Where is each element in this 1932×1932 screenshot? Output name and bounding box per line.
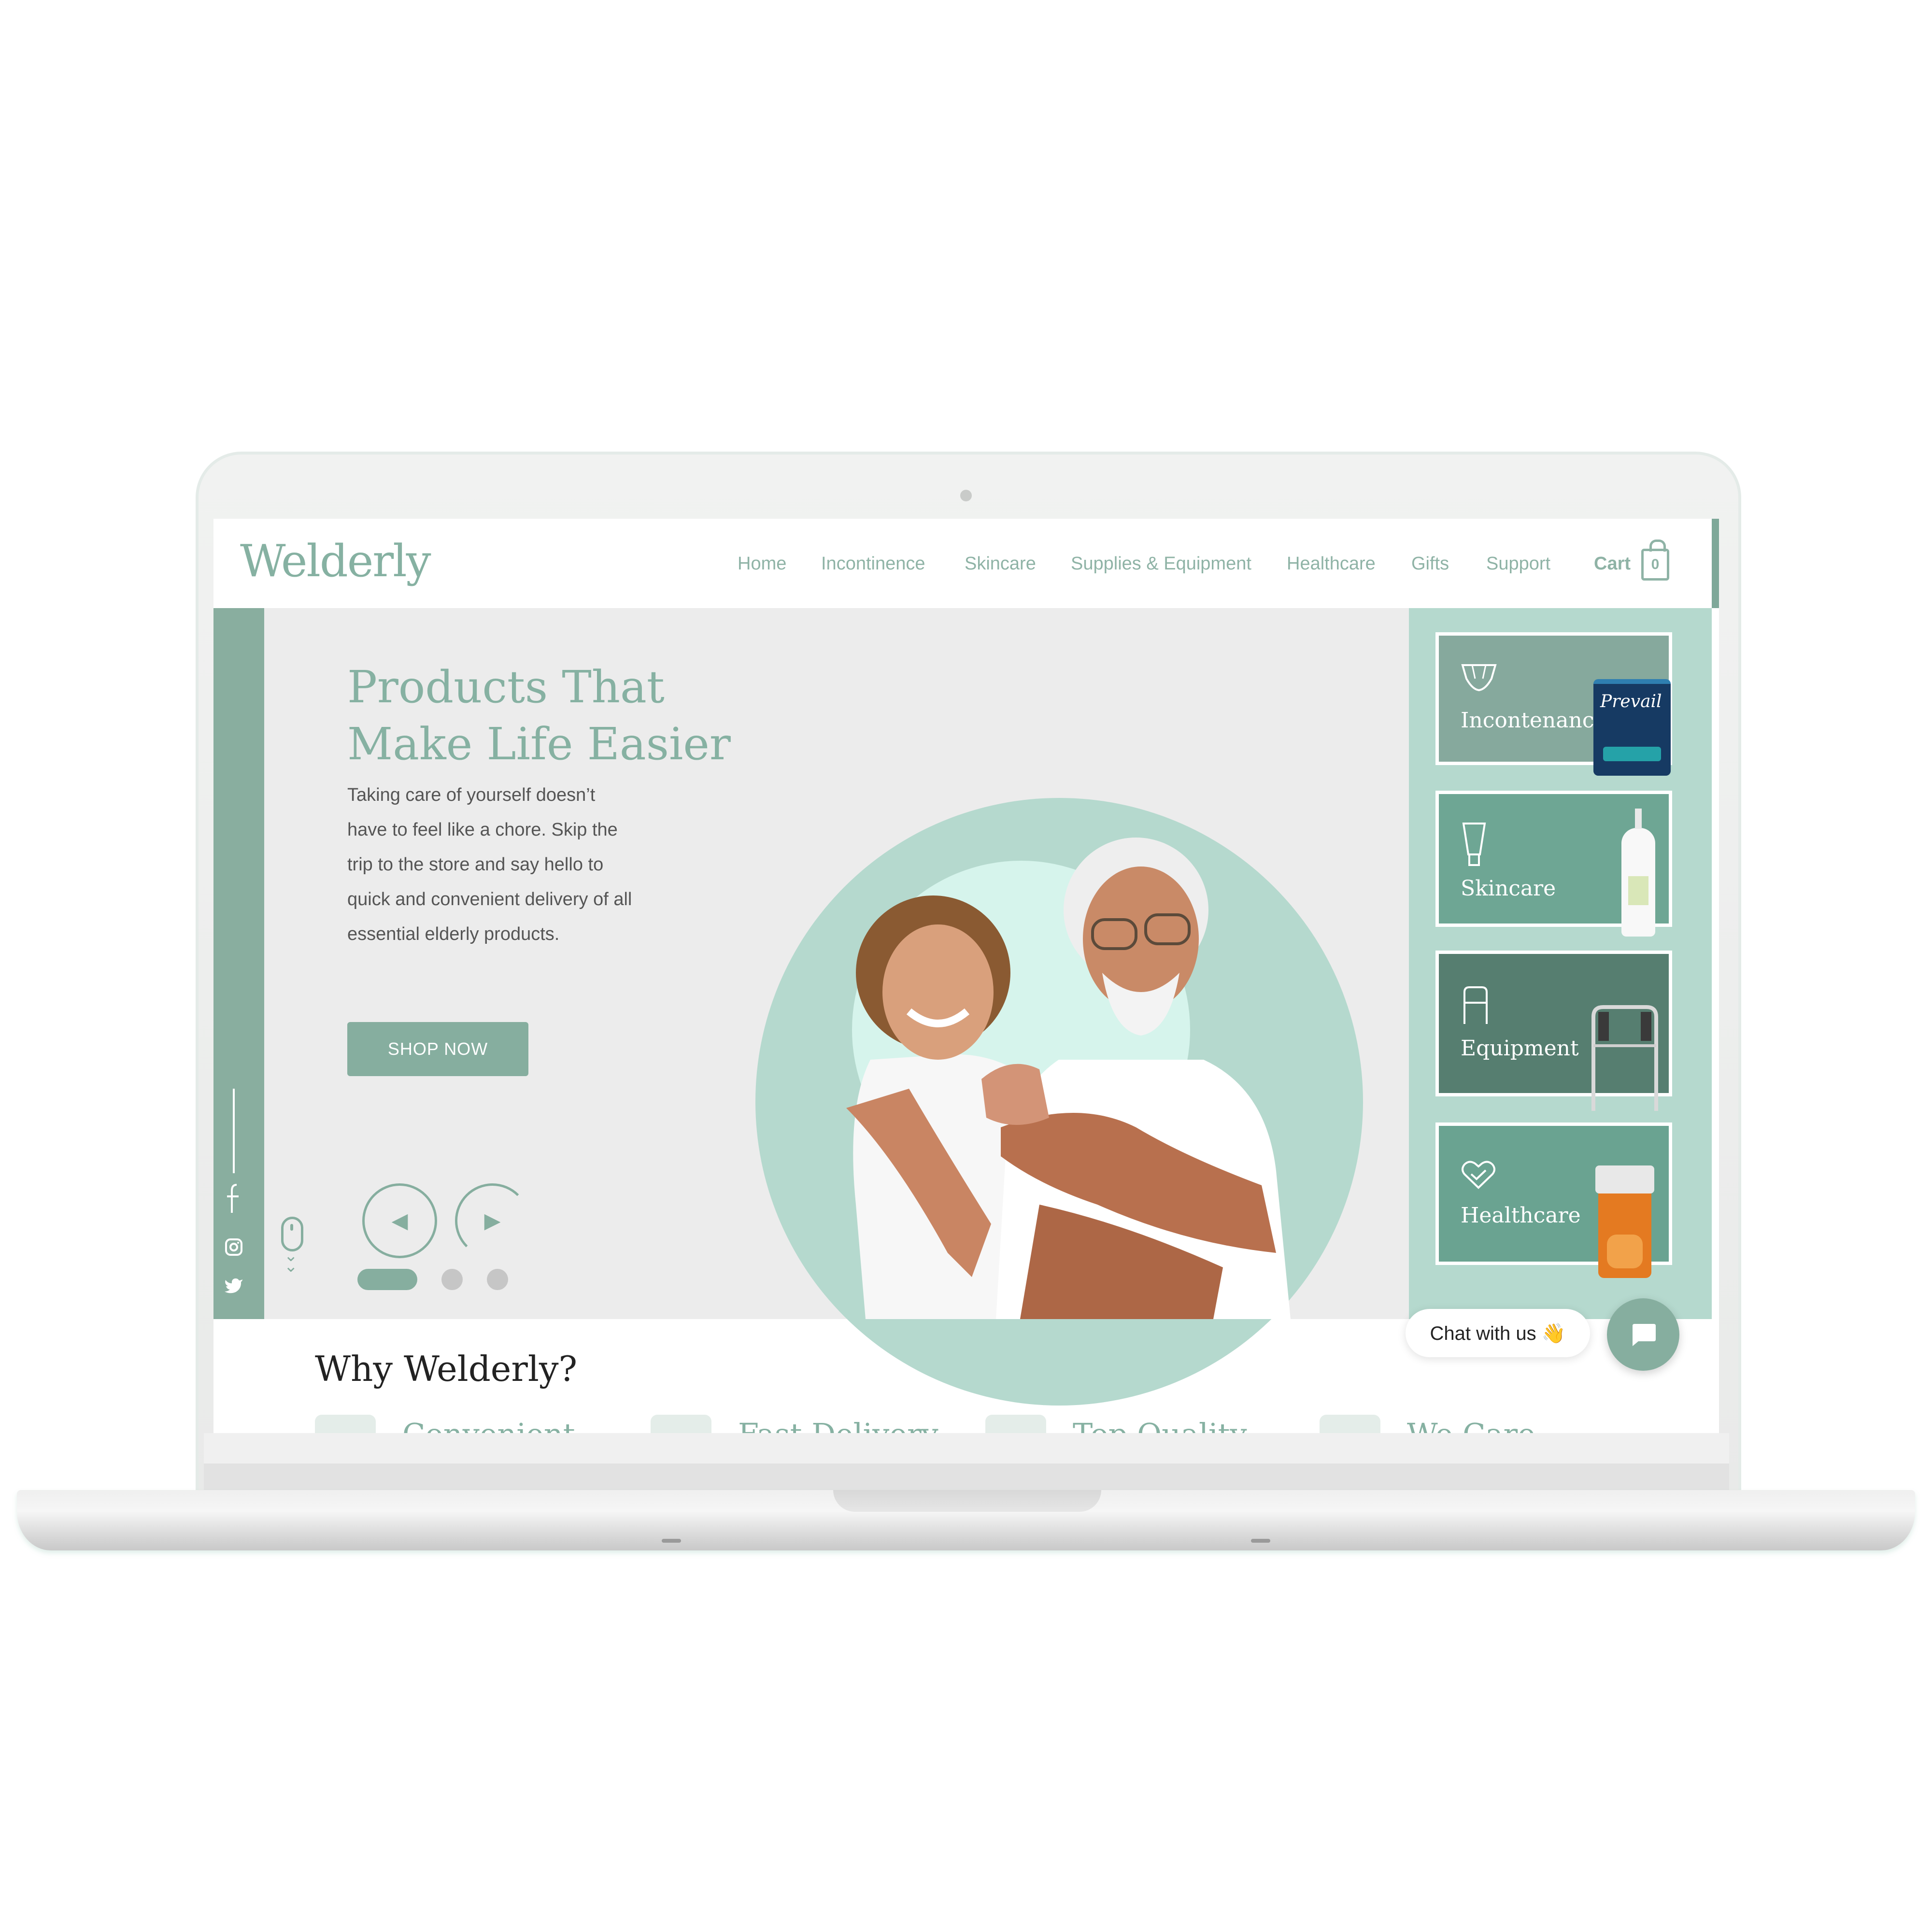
nav-skincare[interactable]: Skincare — [965, 554, 1036, 574]
product-brand: Prevail — [1600, 692, 1662, 711]
feature-icon — [315, 1415, 376, 1433]
chat-button[interactable] — [1607, 1298, 1679, 1371]
carousel-dot-active[interactable] — [357, 1269, 417, 1290]
nav-home[interactable]: Home — [738, 554, 786, 574]
chat-prompt[interactable]: Chat with us 👋 — [1406, 1309, 1590, 1357]
site-logo[interactable]: Welderly — [240, 535, 431, 587]
feature-icon — [985, 1415, 1046, 1433]
hero-title-line2: Make Life Easier — [347, 718, 731, 770]
carousel-dot[interactable] — [487, 1269, 508, 1290]
nav-supplies-equipment[interactable]: Supplies & Equipment — [1071, 554, 1251, 574]
bottle-label — [1628, 876, 1648, 905]
why-title: Why Welderly? — [315, 1349, 578, 1389]
hero-description: Taking care of yourself doesn’t have to … — [347, 785, 632, 944]
category-label: Healthcare — [1461, 1203, 1581, 1228]
laptop-foot — [662, 1539, 681, 1543]
category-label: Incontenance — [1461, 708, 1607, 733]
pill-bottle-cap — [1595, 1165, 1654, 1193]
hero-title-line1: Products That — [347, 661, 665, 713]
category-card-equipment[interactable]: Equipment — [1435, 951, 1672, 1111]
feature-icon — [1320, 1415, 1380, 1433]
category-label: Skincare — [1461, 876, 1556, 901]
feature-label: Top Quality — [1073, 1417, 1247, 1433]
chevron-down-icon: ⌄ ⌄ — [284, 1247, 298, 1276]
lotion-tube-icon — [1462, 823, 1486, 866]
arrow-right-icon: ▶ — [484, 1209, 501, 1233]
site-header: Welderly Home Incontinence Skincare Supp… — [213, 519, 1719, 608]
walker-photo — [1591, 1005, 1658, 1111]
arrow-left-icon: ◀ — [391, 1209, 408, 1233]
nav-incontinence[interactable]: Incontinence — [821, 554, 925, 574]
feature-label: We Care — [1407, 1417, 1535, 1433]
walker-icon — [1463, 986, 1488, 1024]
laptop-hinge — [204, 1463, 1729, 1492]
feature-item: We Care — [1320, 1415, 1535, 1433]
feature-item: Fast Delivery — [651, 1415, 938, 1433]
carousel-next-button[interactable]: ▶ — [455, 1183, 530, 1258]
carousel-dot[interactable] — [441, 1269, 463, 1290]
couple-photo — [846, 838, 1291, 1319]
cart-bag-icon[interactable]: 0 — [1641, 540, 1669, 581]
rail-divider — [233, 1089, 235, 1173]
facebook-icon[interactable] — [224, 1182, 243, 1216]
pill-bottle — [1595, 1165, 1654, 1278]
category-card-skincare[interactable]: Skincare — [1435, 791, 1672, 937]
cart-count: 0 — [1651, 556, 1660, 572]
hero-title: Products That Make Life Easier — [347, 659, 782, 773]
instagram-icon[interactable] — [224, 1237, 243, 1257]
heart-icon — [1462, 1161, 1495, 1189]
feature-label: Fast Delivery — [738, 1417, 938, 1433]
shop-now-button[interactable]: SHOP NOW — [347, 1022, 528, 1076]
feature-row: Convenient Fast Delivery Top Quality We … — [315, 1415, 1667, 1433]
lotion-bottle — [1621, 809, 1655, 937]
cart-label[interactable]: Cart — [1594, 554, 1631, 574]
twitter-icon[interactable] — [224, 1277, 243, 1294]
category-card-incontinence[interactable]: Incontenance Prevail — [1435, 632, 1672, 776]
category-card-healthcare[interactable]: Healthcare — [1435, 1122, 1672, 1278]
scrollbar[interactable] — [1712, 519, 1719, 608]
feature-label: Convenient — [402, 1417, 575, 1433]
feature-icon — [651, 1415, 711, 1433]
package-band — [1603, 747, 1661, 761]
pump-neck — [1635, 809, 1642, 829]
pills — [1607, 1235, 1643, 1268]
laptop-foot — [1251, 1539, 1270, 1543]
nav-healthcare[interactable]: Healthcare — [1287, 554, 1376, 574]
carousel-prev-button[interactable]: ◀ — [362, 1183, 437, 1258]
feature-item: Convenient — [315, 1415, 575, 1433]
feature-item: Top Quality — [985, 1415, 1247, 1433]
nav-gifts[interactable]: Gifts — [1411, 554, 1449, 574]
camera — [960, 490, 972, 501]
category-label: Equipment — [1461, 1036, 1579, 1061]
nav-support[interactable]: Support — [1486, 554, 1550, 574]
chat-icon — [1633, 1324, 1656, 1346]
browser-viewport: Welderly Home Incontinence Skincare Supp… — [213, 519, 1719, 1433]
laptop-notch — [833, 1490, 1101, 1512]
prevail-package: Prevail — [1593, 679, 1671, 776]
diaper-icon — [1461, 664, 1497, 692]
